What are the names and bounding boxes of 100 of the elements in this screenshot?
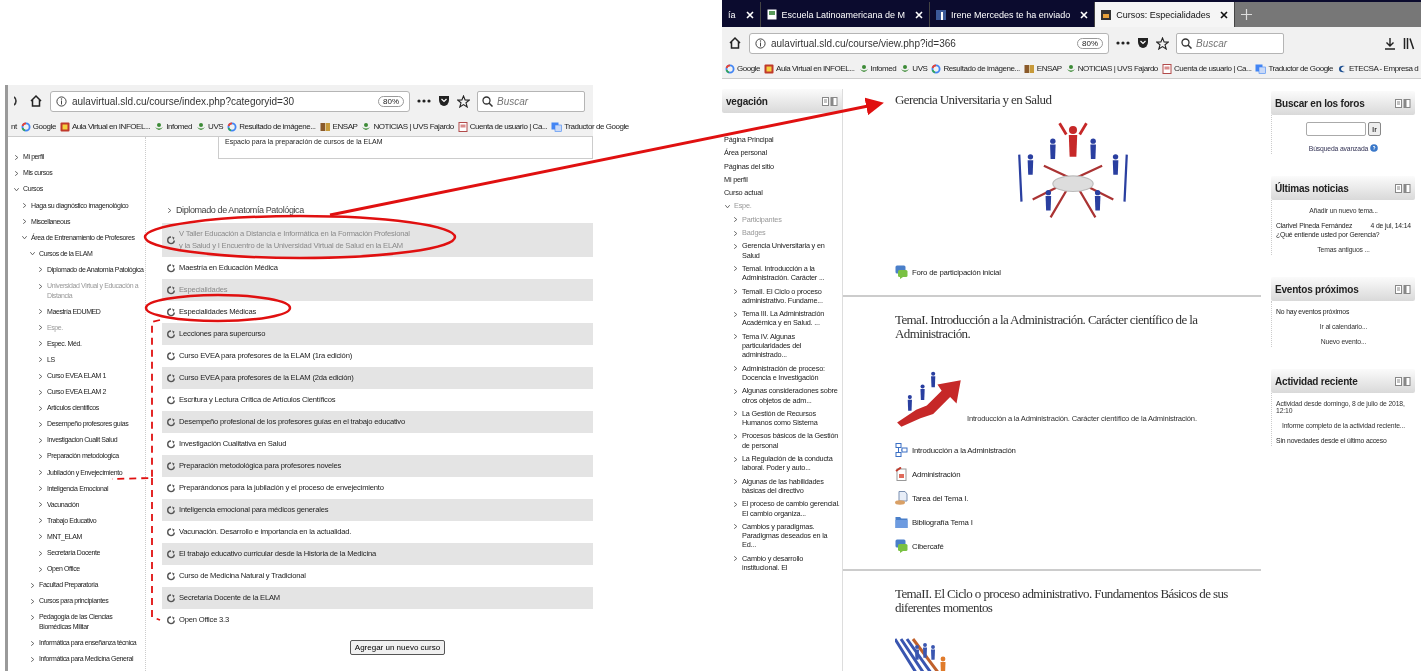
chevron-right-icon[interactable]	[37, 485, 44, 493]
square-icon	[1101, 9, 1112, 20]
bookmark-link[interactable]: Cuenta de usuario | Ca...	[469, 122, 548, 131]
bookmark-link[interactable]: Google	[737, 64, 761, 73]
bookmark-link[interactable]: Resultado de imágene...	[239, 122, 316, 131]
chevron-right-icon[interactable]	[732, 455, 739, 463]
chevron-right-icon[interactable]	[29, 613, 36, 621]
bookmark-link[interactable]: ENSAP	[332, 122, 358, 131]
shield-icon	[438, 95, 450, 107]
block-title: Actividad reciente	[1275, 375, 1358, 387]
chevron-right-icon[interactable]	[37, 517, 44, 525]
chevron-right-icon[interactable]	[21, 218, 28, 226]
bookmark-link[interactable]: NOTICIAS | UVS Fajardo	[1077, 64, 1158, 73]
chevron-right-icon[interactable]	[37, 340, 44, 348]
bookmark-link[interactable]: Aula Virtual en INFOEL...	[776, 64, 855, 73]
zoom-level-button[interactable]: 80%	[1077, 37, 1103, 49]
bookmark-link[interactable]: Traductor de Google	[1268, 64, 1333, 73]
block-title: Últimas noticias	[1275, 182, 1349, 194]
chevron-right-icon[interactable]	[732, 310, 739, 318]
chevron-right-icon[interactable]	[37, 501, 44, 509]
chevron-right-icon[interactable]	[37, 453, 44, 460]
chevron-right-icon[interactable]	[732, 242, 739, 250]
chevron-right-icon[interactable]	[37, 549, 44, 557]
zoom-level-button[interactable]: 80%	[378, 95, 404, 107]
chevron-right-icon[interactable]	[13, 153, 20, 161]
chevron-right-icon[interactable]	[732, 523, 739, 531]
course-icon	[167, 483, 175, 493]
bookmark-link[interactable]: ETECSA - Empresa d	[1348, 64, 1419, 73]
chevron-right-icon[interactable]	[13, 169, 20, 177]
chevron-right-icon[interactable]	[37, 372, 44, 380]
chevron-right-icon[interactable]	[37, 388, 44, 396]
chevron-right-icon[interactable]	[732, 229, 739, 237]
home-icon	[728, 36, 742, 50]
chevron-right-icon[interactable]	[37, 533, 44, 541]
bookmark-link[interactable]: Cuenta de usuario | Ca...	[1173, 64, 1252, 73]
course-icon	[167, 461, 175, 471]
course-icon	[167, 527, 175, 537]
category-heading[interactable]: Diplomado de Anatomía Patológica	[176, 205, 304, 215]
bookmark-link[interactable]: UVS	[208, 122, 224, 131]
chevron-right-icon[interactable]	[37, 436, 44, 444]
chevron-right-icon[interactable]	[37, 308, 44, 316]
page-icon	[457, 121, 468, 132]
square-icon	[59, 121, 70, 132]
chevron-right-icon[interactable]	[37, 282, 44, 290]
bookmark-link[interactable]: Infomed	[870, 64, 897, 73]
chevron-right-icon[interactable]	[732, 387, 739, 395]
chevron-right-icon[interactable]	[29, 581, 36, 589]
bookmark-link[interactable]: Google	[32, 122, 56, 131]
chevron-right-icon[interactable]	[29, 639, 36, 647]
chevron-down-icon[interactable]	[13, 186, 20, 193]
chevron-down-icon[interactable]	[21, 234, 28, 242]
course-icon	[167, 549, 175, 559]
bookmark-link[interactable]: UVS	[912, 64, 928, 73]
chevron-right-icon[interactable]	[732, 288, 739, 296]
bookmark-link[interactable]: Infomed	[166, 122, 193, 131]
block-controls-icon	[1395, 183, 1411, 193]
search-field[interactable]: Buscar	[1176, 32, 1284, 54]
chevron-right-icon[interactable]	[732, 265, 739, 273]
chevron-right-icon[interactable]	[732, 216, 739, 224]
chevron-down-icon[interactable]	[724, 203, 731, 210]
chevron-right-icon[interactable]	[732, 333, 739, 341]
chevron-right-icon[interactable]	[732, 432, 739, 440]
go-button[interactable]: Ir	[1368, 122, 1381, 136]
bookmark-link[interactable]: nt	[11, 122, 17, 131]
chevron-right-icon[interactable]	[37, 420, 44, 428]
chevron-right-icon[interactable]	[37, 404, 44, 412]
forum-search-input[interactable]	[1306, 122, 1367, 136]
chevron-down-icon[interactable]	[29, 250, 36, 258]
page-icon	[1161, 63, 1172, 74]
course-icon	[167, 285, 175, 295]
chevron-right-icon[interactable]	[732, 478, 739, 486]
bookmark-link[interactable]: NOTICIAS | UVS Fajardo	[373, 122, 454, 131]
search-icon	[482, 95, 493, 107]
chevron-right-icon[interactable]	[37, 324, 44, 332]
chevron-right-icon[interactable]	[21, 202, 28, 210]
chevron-right-icon[interactable]	[732, 500, 739, 508]
leaf-icon	[196, 121, 207, 132]
chevron-right-icon[interactable]	[37, 266, 44, 274]
address-bar[interactable]: aulavirtual.sld.cu/course/view.php?id=366 80%	[749, 32, 1109, 54]
block-controls-icon	[1395, 376, 1411, 386]
browser-tab[interactable]: Cursos: Especialidades	[1095, 2, 1236, 27]
add-course-button[interactable]: Agregar un nuevo curso	[349, 640, 446, 655]
chevron-right-icon[interactable]	[37, 469, 44, 477]
search-field[interactable]: Buscar	[477, 90, 585, 112]
chevron-right-icon[interactable]	[732, 555, 739, 563]
chevron-right-icon[interactable]	[29, 597, 36, 605]
chevron-right-icon[interactable]	[37, 356, 44, 364]
chevron-right-icon[interactable]	[37, 565, 44, 573]
chevron-right-icon[interactable]	[732, 410, 739, 418]
chevron-right-icon[interactable]	[29, 655, 36, 663]
chevron-right-icon[interactable]	[732, 365, 739, 373]
block-controls-icon	[1395, 284, 1411, 294]
chevron-right-icon[interactable]	[166, 207, 173, 215]
bookmark-link[interactable]: Resultado de imágene...	[943, 64, 1020, 73]
leaf-icon	[154, 121, 165, 132]
bookmark-link[interactable]: Aula Virtual en INFOEL...	[71, 122, 151, 131]
bookmark-link[interactable]: Traductor de Google	[564, 122, 629, 131]
address-bar[interactable]: aulavirtual.sld.cu/course/index.php?categoryid=30 80%	[50, 90, 410, 112]
bookmark-link[interactable]: ENSAP	[1036, 64, 1062, 73]
block-title: vegación	[726, 95, 768, 107]
